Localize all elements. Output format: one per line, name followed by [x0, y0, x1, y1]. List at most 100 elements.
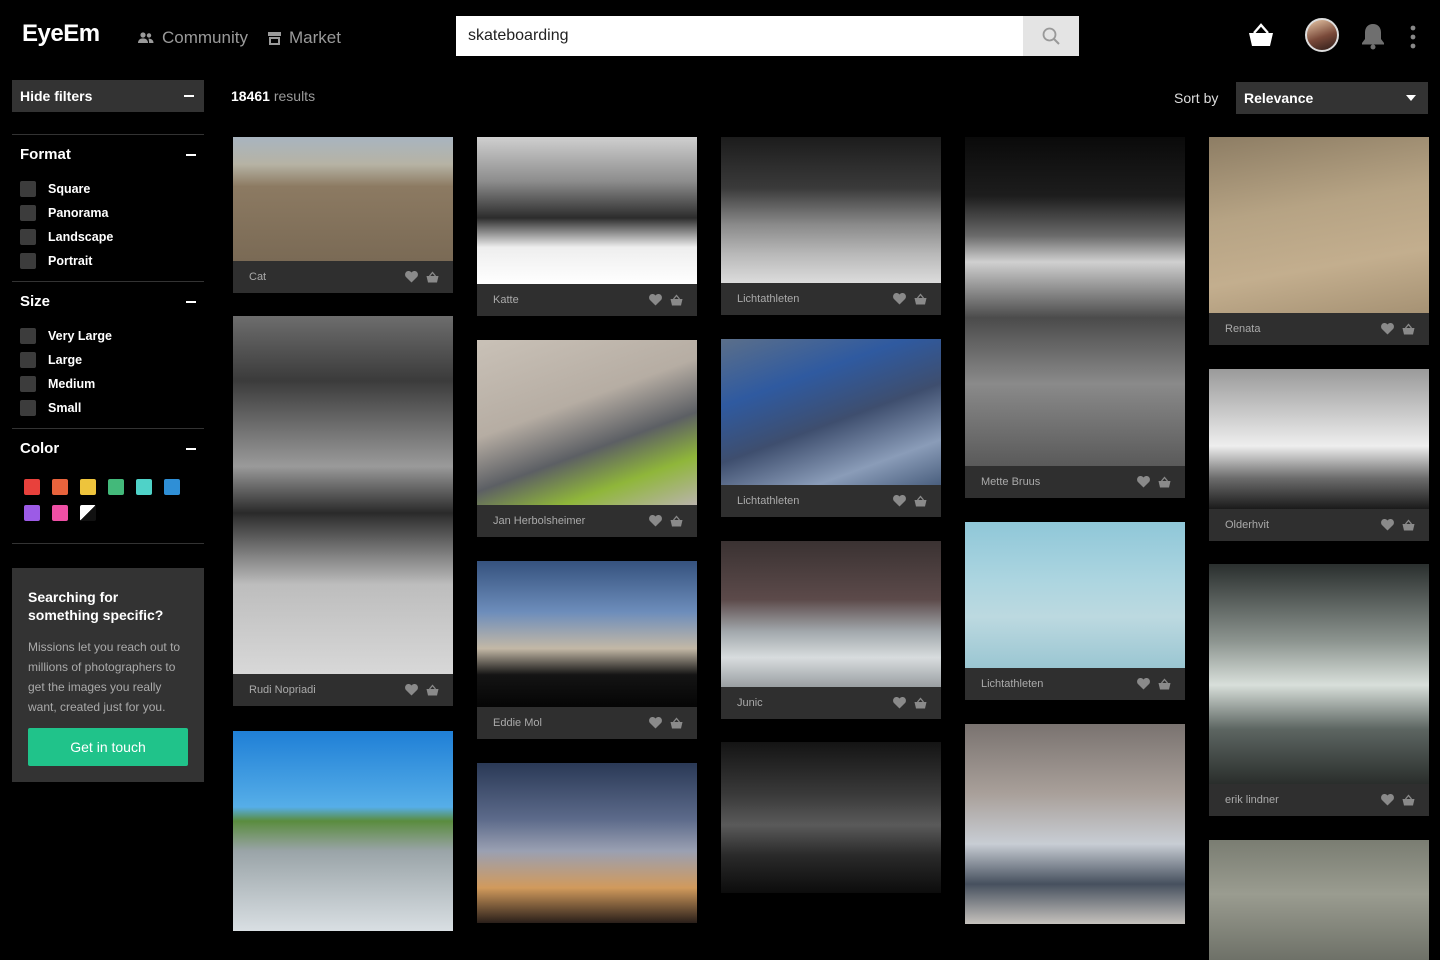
photo-image[interactable]: [477, 763, 697, 923]
format-option-panorama[interactable]: Panorama: [20, 205, 108, 221]
photo-card[interactable]: erik lindner: [1209, 564, 1429, 816]
photo-author[interactable]: Renata: [1225, 323, 1260, 335]
basket-icon[interactable]: [1402, 323, 1415, 335]
photo-image[interactable]: [477, 561, 697, 707]
photo-author[interactable]: Cat: [249, 271, 266, 283]
basket-icon[interactable]: [1402, 794, 1415, 806]
heart-icon[interactable]: [1381, 323, 1394, 335]
photo-card[interactable]: Junic: [721, 541, 941, 719]
heart-icon[interactable]: [893, 495, 906, 507]
photo-author[interactable]: Junic: [737, 697, 763, 709]
heart-icon[interactable]: [649, 294, 662, 306]
photo-card[interactable]: Lichtathleten: [965, 522, 1185, 700]
photo-image[interactable]: [233, 316, 453, 674]
photo-image[interactable]: [721, 137, 941, 283]
heart-icon[interactable]: [649, 717, 662, 729]
photo-image[interactable]: [721, 339, 941, 485]
get-in-touch-button[interactable]: Get in touch: [28, 728, 188, 766]
size-option-very-large[interactable]: Very Large: [20, 328, 112, 344]
basket-icon[interactable]: [426, 684, 439, 696]
photo-author[interactable]: Jan Herbolsheimer: [493, 515, 585, 527]
heart-icon[interactable]: [1137, 678, 1150, 690]
basket-icon[interactable]: [914, 697, 927, 709]
eyeem-logo[interactable]: EyeEm: [22, 20, 100, 48]
color-swatch[interactable]: [136, 479, 152, 495]
color-swatch[interactable]: [24, 479, 40, 495]
checkbox[interactable]: [20, 400, 36, 416]
photo-card[interactable]: [965, 724, 1185, 924]
photo-author[interactable]: Katte: [493, 294, 519, 306]
search-button[interactable]: [1023, 16, 1079, 56]
heart-icon[interactable]: [405, 684, 418, 696]
heart-icon[interactable]: [1137, 476, 1150, 488]
color-section-header[interactable]: Color: [20, 440, 196, 457]
checkbox[interactable]: [20, 376, 36, 392]
nav-market[interactable]: Market: [268, 28, 341, 48]
photo-card[interactable]: Eddie Mol: [477, 561, 697, 739]
nav-community[interactable]: Community: [138, 28, 248, 48]
sort-select[interactable]: Relevance: [1236, 82, 1428, 114]
photo-author[interactable]: Rudi Nopriadi: [249, 684, 316, 696]
color-swatch[interactable]: [24, 505, 40, 521]
more-menu-button[interactable]: [1404, 24, 1422, 50]
heart-icon[interactable]: [649, 515, 662, 527]
photo-image[interactable]: [477, 137, 697, 284]
photo-card[interactable]: Renata: [1209, 137, 1429, 345]
color-swatch[interactable]: [108, 479, 124, 495]
color-swatch[interactable]: [52, 479, 68, 495]
basket-icon[interactable]: [1158, 476, 1171, 488]
photo-card[interactable]: Jan Herbolsheimer: [477, 340, 697, 537]
checkbox[interactable]: [20, 205, 36, 221]
photo-image[interactable]: [233, 731, 453, 931]
search-input[interactable]: [456, 16, 1023, 56]
photo-image[interactable]: [1209, 369, 1429, 509]
size-option-medium[interactable]: Medium: [20, 376, 95, 392]
heart-icon[interactable]: [893, 293, 906, 305]
photo-image[interactable]: [965, 137, 1185, 466]
checkbox[interactable]: [20, 328, 36, 344]
basket-icon[interactable]: [670, 717, 683, 729]
photo-card[interactable]: Mette Bruus: [965, 137, 1185, 498]
photo-image[interactable]: [233, 137, 453, 261]
photo-image[interactable]: [965, 724, 1185, 924]
heart-icon[interactable]: [893, 697, 906, 709]
basket-button[interactable]: [1244, 18, 1278, 52]
hide-filters-button[interactable]: Hide filters: [12, 80, 204, 112]
color-swatch[interactable]: [80, 479, 96, 495]
photo-author[interactable]: Lichtathleten: [737, 293, 799, 305]
basket-icon[interactable]: [1158, 678, 1171, 690]
format-section-header[interactable]: Format: [20, 146, 196, 163]
photo-image[interactable]: [1209, 564, 1429, 784]
photo-card[interactable]: [721, 742, 941, 893]
photo-card[interactable]: Lichtathleten: [721, 137, 941, 315]
checkbox[interactable]: [20, 229, 36, 245]
photo-card[interactable]: Lichtathleten: [721, 339, 941, 517]
format-option-portrait[interactable]: Portrait: [20, 253, 92, 269]
photo-card[interactable]: [1209, 840, 1429, 960]
photo-card[interactable]: Olderhvit: [1209, 369, 1429, 541]
photo-author[interactable]: Lichtathleten: [737, 495, 799, 507]
photo-author[interactable]: Olderhvit: [1225, 519, 1269, 531]
avatar[interactable]: [1305, 18, 1339, 52]
color-swatch-black-white[interactable]: [80, 505, 96, 521]
photo-author[interactable]: Mette Bruus: [981, 476, 1040, 488]
size-option-large[interactable]: Large: [20, 352, 82, 368]
photo-author[interactable]: Lichtathleten: [981, 678, 1043, 690]
notifications-button[interactable]: [1358, 20, 1388, 52]
checkbox[interactable]: [20, 352, 36, 368]
photo-image[interactable]: [965, 522, 1185, 668]
basket-icon[interactable]: [670, 294, 683, 306]
color-swatch[interactable]: [52, 505, 68, 521]
checkbox[interactable]: [20, 253, 36, 269]
heart-icon[interactable]: [1381, 794, 1394, 806]
size-option-small[interactable]: Small: [20, 400, 81, 416]
photo-image[interactable]: [477, 340, 697, 505]
basket-icon[interactable]: [1402, 519, 1415, 531]
format-option-landscape[interactable]: Landscape: [20, 229, 113, 245]
photo-card[interactable]: Katte: [477, 137, 697, 316]
heart-icon[interactable]: [405, 271, 418, 283]
basket-icon[interactable]: [914, 495, 927, 507]
photo-card[interactable]: [233, 731, 453, 931]
photo-card[interactable]: [477, 763, 697, 923]
size-section-header[interactable]: Size: [20, 293, 196, 310]
